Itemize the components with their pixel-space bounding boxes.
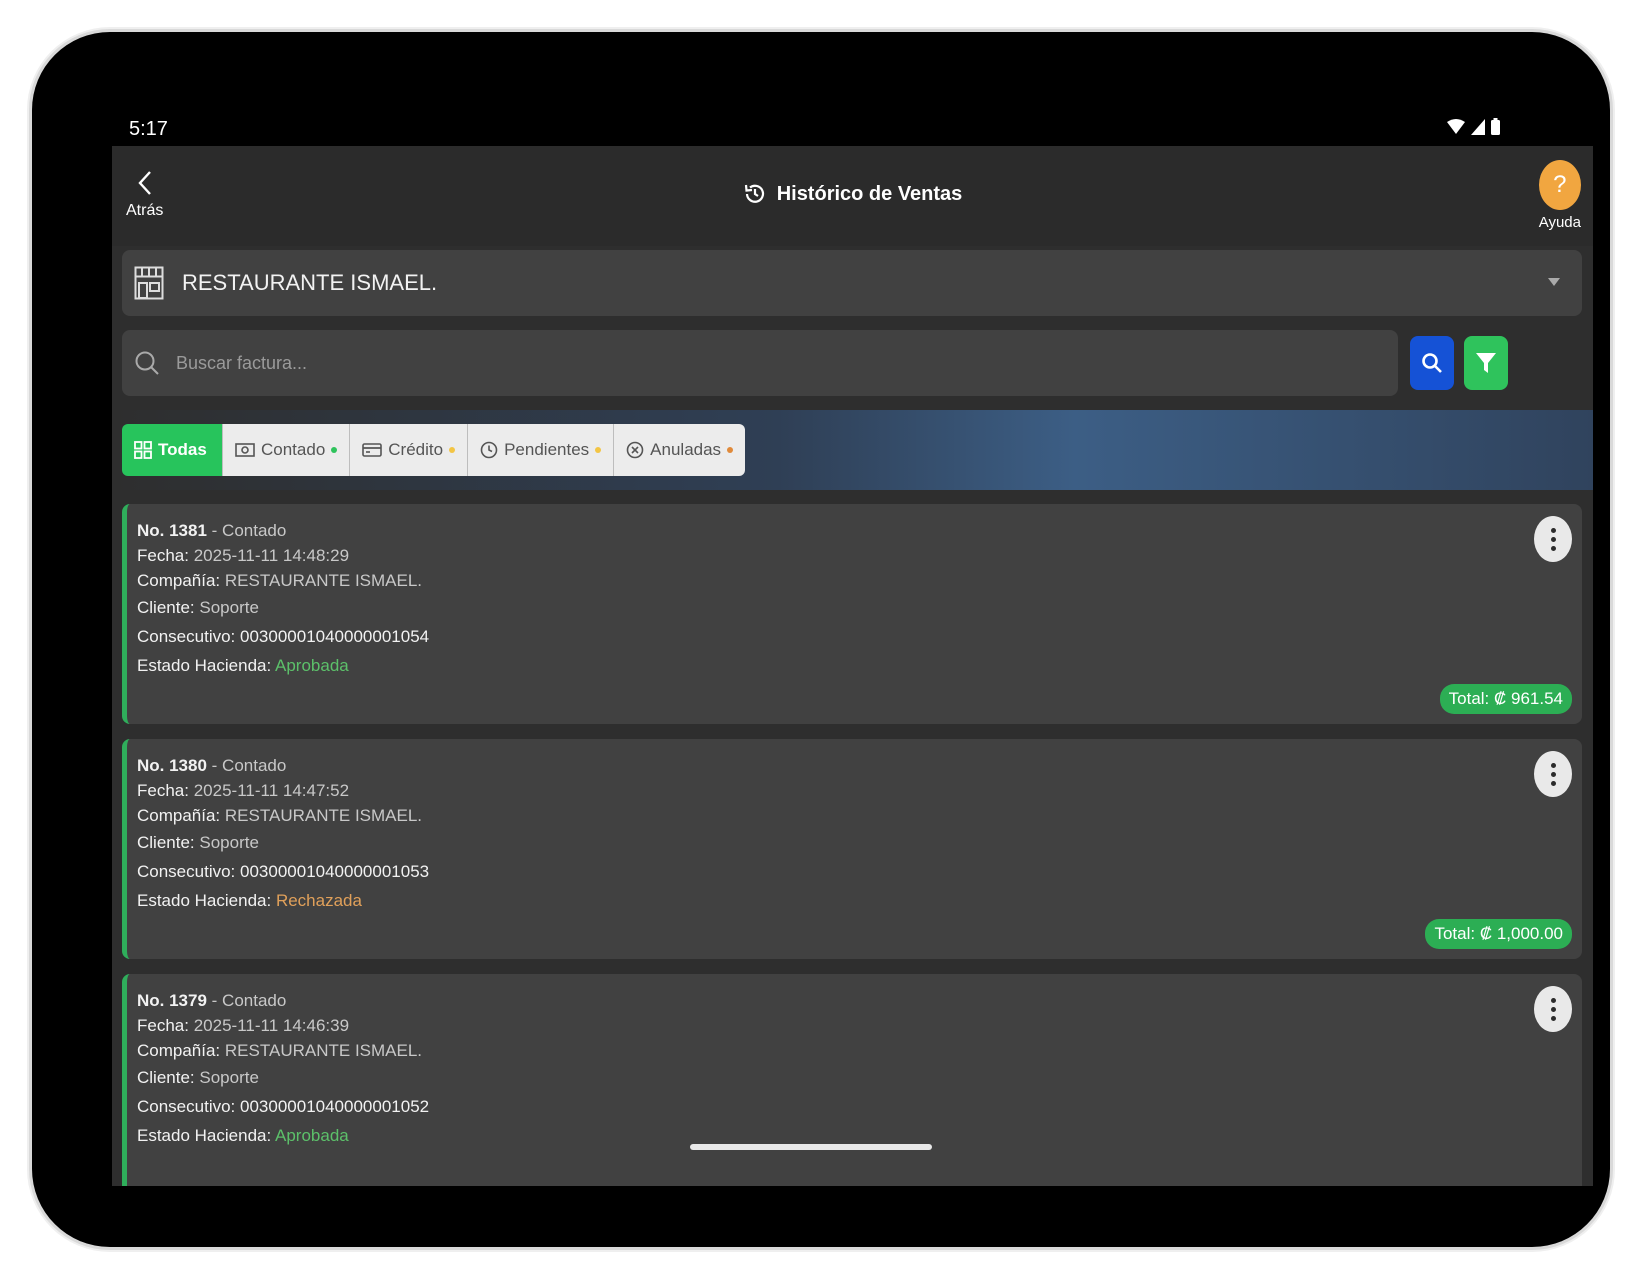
invoice-type: - Contado: [211, 756, 287, 775]
cancel-icon: [626, 441, 644, 459]
tab-credito[interactable]: Crédito: [350, 424, 469, 476]
filter-tabs-strip: Todas Contado Crédito Pendientes Anulada…: [112, 410, 1593, 490]
tablet-frame: 5:17 Atrás Histórico de Ventas ? Ayuda R…: [32, 32, 1610, 1247]
clock-icon: [480, 441, 498, 459]
page-title-text: Histórico de Ventas: [776, 182, 963, 205]
invoice-card[interactable]: No. 1380 - Contado Fecha: 2025-11-11 14:…: [122, 739, 1582, 959]
tab-label: Todas: [158, 440, 207, 459]
invoice-status: Rechazada: [275, 891, 362, 910]
more-options-button[interactable]: [1534, 986, 1572, 1032]
invoice-list: No. 1381 - Contado Fecha: 2025-11-11 14:…: [122, 504, 1582, 1186]
page-title: Histórico de Ventas: [112, 182, 1593, 206]
tab-indicator-dot: [449, 447, 456, 453]
battery-icon: [1491, 118, 1500, 135]
more-options-button[interactable]: [1534, 751, 1572, 797]
invoice-number: No. 1380: [137, 756, 207, 775]
field-label: Estado Hacienda:: [137, 656, 272, 675]
invoice-number: No. 1381: [137, 521, 207, 540]
invoice-card[interactable]: No. 1379 - Contado Fecha: 2025-11-11 14:…: [122, 974, 1582, 1186]
invoice-number: No. 1379: [137, 991, 207, 1010]
app-bar: Atrás Histórico de Ventas ? Ayuda: [112, 146, 1593, 246]
invoice-status: Aprobada: [275, 656, 349, 675]
invoice-company: RESTAURANTE ISMAEL.: [224, 1041, 423, 1060]
field-label: Estado Hacienda:: [137, 891, 272, 910]
help-button[interactable]: ? Ayuda: [1539, 160, 1581, 231]
tab-anuladas[interactable]: Anuladas: [614, 424, 746, 476]
field-label: Estado Hacienda:: [137, 1126, 272, 1145]
grid-icon: [134, 441, 152, 459]
field-label: Compañía:: [137, 1041, 221, 1060]
search-input[interactable]: [174, 351, 1278, 375]
field-label: Compañía:: [137, 571, 221, 590]
invoice-status: Aprobada: [275, 1126, 349, 1145]
invoice-date: 2025-11-11 14:48:29: [193, 546, 350, 565]
search-button[interactable]: [1410, 336, 1454, 390]
history-icon: [744, 184, 764, 203]
company-selector[interactable]: RESTAURANTE ISMAEL.: [122, 250, 1582, 316]
tab-pendientes[interactable]: Pendientes: [468, 424, 615, 476]
tab-todas[interactable]: Todas: [122, 424, 223, 476]
filter-icon: [1476, 353, 1496, 373]
status-icons: [1447, 118, 1500, 135]
invoice-date: 2025-11-11 14:46:39: [193, 1016, 350, 1035]
more-options-button[interactable]: [1534, 516, 1572, 562]
field-label: Cliente:: [137, 1068, 195, 1087]
app-screen: Atrás Histórico de Ventas ? Ayuda RESTAU…: [112, 146, 1593, 1186]
tab-indicator-dot: [595, 447, 602, 453]
invoice-client: Soporte: [199, 833, 259, 852]
home-indicator[interactable]: [690, 1144, 932, 1150]
tab-label: Anuladas: [650, 440, 722, 459]
field-label: Consecutivo:: [137, 627, 236, 646]
invoice-total-badge: Total: ₡ 1,000.00: [1425, 919, 1572, 949]
invoice-client: Soporte: [199, 1068, 259, 1087]
invoice-type: - Contado: [211, 521, 287, 540]
tab-label: Crédito: [388, 440, 444, 459]
field-label: Fecha:: [137, 1016, 189, 1035]
invoice-card[interactable]: No. 1381 - Contado Fecha: 2025-11-11 14:…: [122, 504, 1582, 724]
invoice-consecutive: 00300001040000001053: [240, 862, 430, 881]
help-label: Ayuda: [1538, 214, 1581, 231]
tab-indicator-dot: [331, 447, 338, 453]
help-icon: ?: [1538, 160, 1581, 210]
field-label: Consecutivo:: [137, 862, 236, 881]
signal-icon: [1471, 118, 1485, 135]
search-icon: [135, 351, 159, 375]
status-time: 5:17: [129, 118, 168, 140]
invoice-company: RESTAURANTE ISMAEL.: [224, 571, 423, 590]
filter-button[interactable]: [1464, 336, 1508, 390]
tab-indicator-dot: [727, 447, 734, 453]
search-bar: [122, 330, 1398, 396]
invoice-company: RESTAURANTE ISMAEL.: [224, 806, 423, 825]
field-label: Cliente:: [137, 598, 195, 617]
cash-icon: [235, 443, 255, 457]
wifi-icon: [1447, 118, 1465, 134]
invoice-type: - Contado: [211, 991, 287, 1010]
field-label: Consecutivo:: [137, 1097, 236, 1116]
dropdown-arrow-icon: [1548, 278, 1560, 286]
invoice-total-badge: Total: ₡ 961.54: [1439, 684, 1572, 714]
card-icon: [362, 443, 383, 457]
search-icon: [1422, 353, 1442, 373]
tab-label: Pendientes: [504, 440, 590, 459]
invoice-client: Soporte: [199, 598, 259, 617]
company-name: RESTAURANTE ISMAEL.: [182, 270, 438, 295]
invoice-consecutive: 00300001040000001052: [240, 1097, 430, 1116]
invoice-consecutive: 00300001040000001054: [240, 627, 430, 646]
field-label: Compañía:: [137, 806, 221, 825]
tab-label: Contado: [261, 440, 326, 459]
filter-tabs: Todas Contado Crédito Pendientes Anulada…: [122, 424, 746, 476]
tab-contado[interactable]: Contado: [223, 424, 351, 476]
field-label: Cliente:: [137, 833, 195, 852]
invoice-date: 2025-11-11 14:47:52: [193, 781, 350, 800]
store-icon: [134, 266, 164, 300]
field-label: Fecha:: [137, 546, 189, 565]
field-label: Fecha:: [137, 781, 189, 800]
